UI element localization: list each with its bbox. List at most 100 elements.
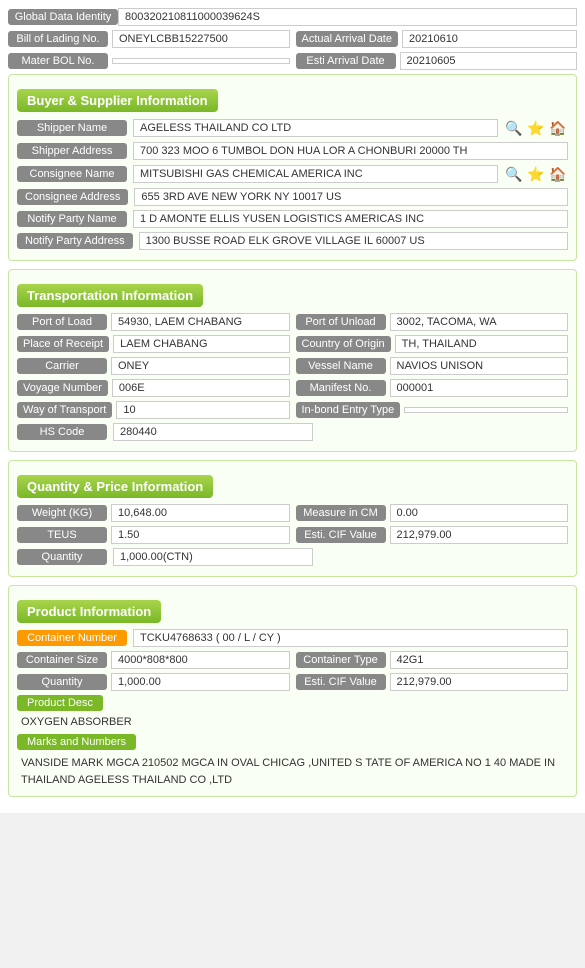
way-transport-value: 10 <box>116 401 289 419</box>
carrier-label: Carrier <box>17 358 107 374</box>
hs-code-row: HS Code 280440 <box>17 423 568 441</box>
mater-bol-label: Mater BOL No. <box>8 53 108 69</box>
weight-label: Weight (KG) <box>17 505 107 521</box>
country-origin-label: Country of Origin <box>296 336 391 352</box>
teus-cif-row: TEUS 1.50 Esti. CIF Value 212,979.00 <box>17 526 568 544</box>
place-receipt-group: Place of Receipt LAEM CHABANG <box>17 335 290 353</box>
notify-name-label: Notify Party Name <box>17 211 127 227</box>
global-data-label: Global Data Identity <box>8 9 118 25</box>
weight-measure-row: Weight (KG) 10,648.00 Measure in CM 0.00 <box>17 504 568 522</box>
measure-group: Measure in CM 0.00 <box>296 504 569 522</box>
transportation-header: Transportation Information <box>17 276 568 313</box>
way-transport-label: Way of Transport <box>17 402 112 418</box>
bill-lading-value: ONEYLCBB15227500 <box>112 30 290 48</box>
mater-bol-group: Mater BOL No. <box>8 52 290 70</box>
shipper-search-icon[interactable]: 🔍 <box>504 118 524 138</box>
buyer-supplier-section: Buyer & Supplier Information Shipper Nam… <box>8 74 577 261</box>
port-unload-group: Port of Unload 3002, TACOMA, WA <box>296 313 569 331</box>
consignee-name-label: Consignee Name <box>17 166 127 182</box>
shipper-name-value: AGELESS THAILAND CO LTD <box>133 119 498 137</box>
product-section: Product Information Container Number TCK… <box>8 585 577 797</box>
actual-arrival-label: Actual Arrival Date <box>296 31 398 47</box>
transportation-section: Transportation Information Port of Load … <box>8 269 577 452</box>
teus-group: TEUS 1.50 <box>17 526 290 544</box>
container-size-type-row: Container Size 4000*808*800 Container Ty… <box>17 651 568 669</box>
esti-cif-value: 212,979.00 <box>390 526 569 544</box>
measure-value: 0.00 <box>390 504 569 522</box>
product-header: Product Information <box>17 592 568 629</box>
port-load-unload-row: Port of Load 54930, LAEM CHABANG Port of… <box>17 313 568 331</box>
buyer-supplier-title: Buyer & Supplier Information <box>17 89 218 112</box>
teus-value: 1.50 <box>111 526 290 544</box>
hs-code-label: HS Code <box>17 424 107 440</box>
voyage-value: 006E <box>112 379 290 397</box>
marks-value: VANSIDE MARK MGCA 210502 MGCA IN OVAL CH… <box>17 753 568 790</box>
quantity-price-title: Quantity & Price Information <box>17 475 213 498</box>
shipper-home-icon[interactable]: 🏠 <box>548 118 568 138</box>
quantity-row: Quantity 1,000.00(CTN) <box>17 548 568 566</box>
notify-address-value: 1300 BUSSE ROAD ELK GROVE VILLAGE IL 600… <box>139 232 568 250</box>
voyage-manifest-row: Voyage Number 006E Manifest No. 000001 <box>17 379 568 397</box>
consignee-search-icon[interactable]: 🔍 <box>504 164 524 184</box>
actual-arrival-group: Actual Arrival Date 20210610 <box>296 30 578 48</box>
container-number-label: Container Number <box>17 630 127 646</box>
carrier-vessel-row: Carrier ONEY Vessel Name NAVIOS UNISON <box>17 357 568 375</box>
port-load-label: Port of Load <box>17 314 107 330</box>
voyage-label: Voyage Number <box>17 380 108 396</box>
esti-cif-label: Esti. CIF Value <box>296 527 386 543</box>
consignee-address-label: Consignee Address <box>17 189 128 205</box>
container-type-group: Container Type 42G1 <box>296 651 569 669</box>
esti-arrival-label: Esti Arrival Date <box>296 53 396 69</box>
global-data-value: 800320210811000039624S <box>118 8 577 26</box>
notify-address-label: Notify Party Address <box>17 233 133 249</box>
port-load-value: 54930, LAEM CHABANG <box>111 313 290 331</box>
product-desc-label: Product Desc <box>17 695 103 711</box>
shipper-address-value: 700 323 MOO 6 TUMBOL DON HUA LOR A CHONB… <box>133 142 568 160</box>
consignee-star-icon[interactable]: ⭐ <box>526 164 546 184</box>
esti-cif-group: Esti. CIF Value 212,979.00 <box>296 526 569 544</box>
manifest-group: Manifest No. 000001 <box>296 379 569 397</box>
bill-lading-label: Bill of Lading No. <box>8 31 108 47</box>
product-cif-group: Esti. CIF Value 212,979.00 <box>296 673 569 691</box>
product-qty-cif-row: Quantity 1,000.00 Esti. CIF Value 212,97… <box>17 673 568 691</box>
manifest-label: Manifest No. <box>296 380 386 396</box>
consignee-home-icon[interactable]: 🏠 <box>548 164 568 184</box>
quantity-label: Quantity <box>17 549 107 565</box>
receipt-origin-row: Place of Receipt LAEM CHABANG Country of… <box>17 335 568 353</box>
container-number-row: Container Number TCKU4768633 ( 00 / L / … <box>17 629 568 647</box>
shipper-star-icon[interactable]: ⭐ <box>526 118 546 138</box>
vessel-label: Vessel Name <box>296 358 386 374</box>
vessel-value: NAVIOS UNISON <box>390 357 569 375</box>
consignee-address-value: 655 3RD AVE NEW YORK NY 10017 US <box>134 188 568 206</box>
container-type-value: 42G1 <box>390 651 569 669</box>
product-cif-value: 212,979.00 <box>390 673 569 691</box>
carrier-value: ONEY <box>111 357 290 375</box>
product-quantity-value: 1,000.00 <box>111 673 290 691</box>
marks-label: Marks and Numbers <box>17 734 136 750</box>
quantity-price-section: Quantity & Price Information Weight (KG)… <box>8 460 577 577</box>
consignee-address-row: Consignee Address 655 3RD AVE NEW YORK N… <box>17 188 568 206</box>
place-receipt-label: Place of Receipt <box>17 336 109 352</box>
port-unload-value: 3002, TACOMA, WA <box>390 313 569 331</box>
shipper-name-row: Shipper Name AGELESS THAILAND CO LTD 🔍 ⭐… <box>17 118 568 138</box>
mater-esti-row: Mater BOL No. Esti Arrival Date 20210605 <box>8 52 577 70</box>
consignee-name-row: Consignee Name MITSUBISHI GAS CHEMICAL A… <box>17 164 568 184</box>
product-quantity-group: Quantity 1,000.00 <box>17 673 290 691</box>
mater-bol-value <box>112 58 290 64</box>
port-load-group: Port of Load 54930, LAEM CHABANG <box>17 313 290 331</box>
weight-group: Weight (KG) 10,648.00 <box>17 504 290 522</box>
country-origin-group: Country of Origin TH, THAILAND <box>296 335 569 353</box>
inbond-label: In-bond Entry Type <box>296 402 401 418</box>
shipper-address-row: Shipper Address 700 323 MOO 6 TUMBOL DON… <box>17 142 568 160</box>
voyage-group: Voyage Number 006E <box>17 379 290 397</box>
way-transport-group: Way of Transport 10 <box>17 401 290 419</box>
notify-address-row: Notify Party Address 1300 BUSSE ROAD ELK… <box>17 232 568 250</box>
product-cif-label: Esti. CIF Value <box>296 674 386 690</box>
teus-label: TEUS <box>17 527 107 543</box>
shipper-name-label: Shipper Name <box>17 120 127 136</box>
product-title: Product Information <box>17 600 161 623</box>
container-number-value: TCKU4768633 ( 00 / L / CY ) <box>133 629 568 647</box>
inbond-value <box>404 407 568 413</box>
product-quantity-label: Quantity <box>17 674 107 690</box>
inbond-group: In-bond Entry Type <box>296 402 569 418</box>
